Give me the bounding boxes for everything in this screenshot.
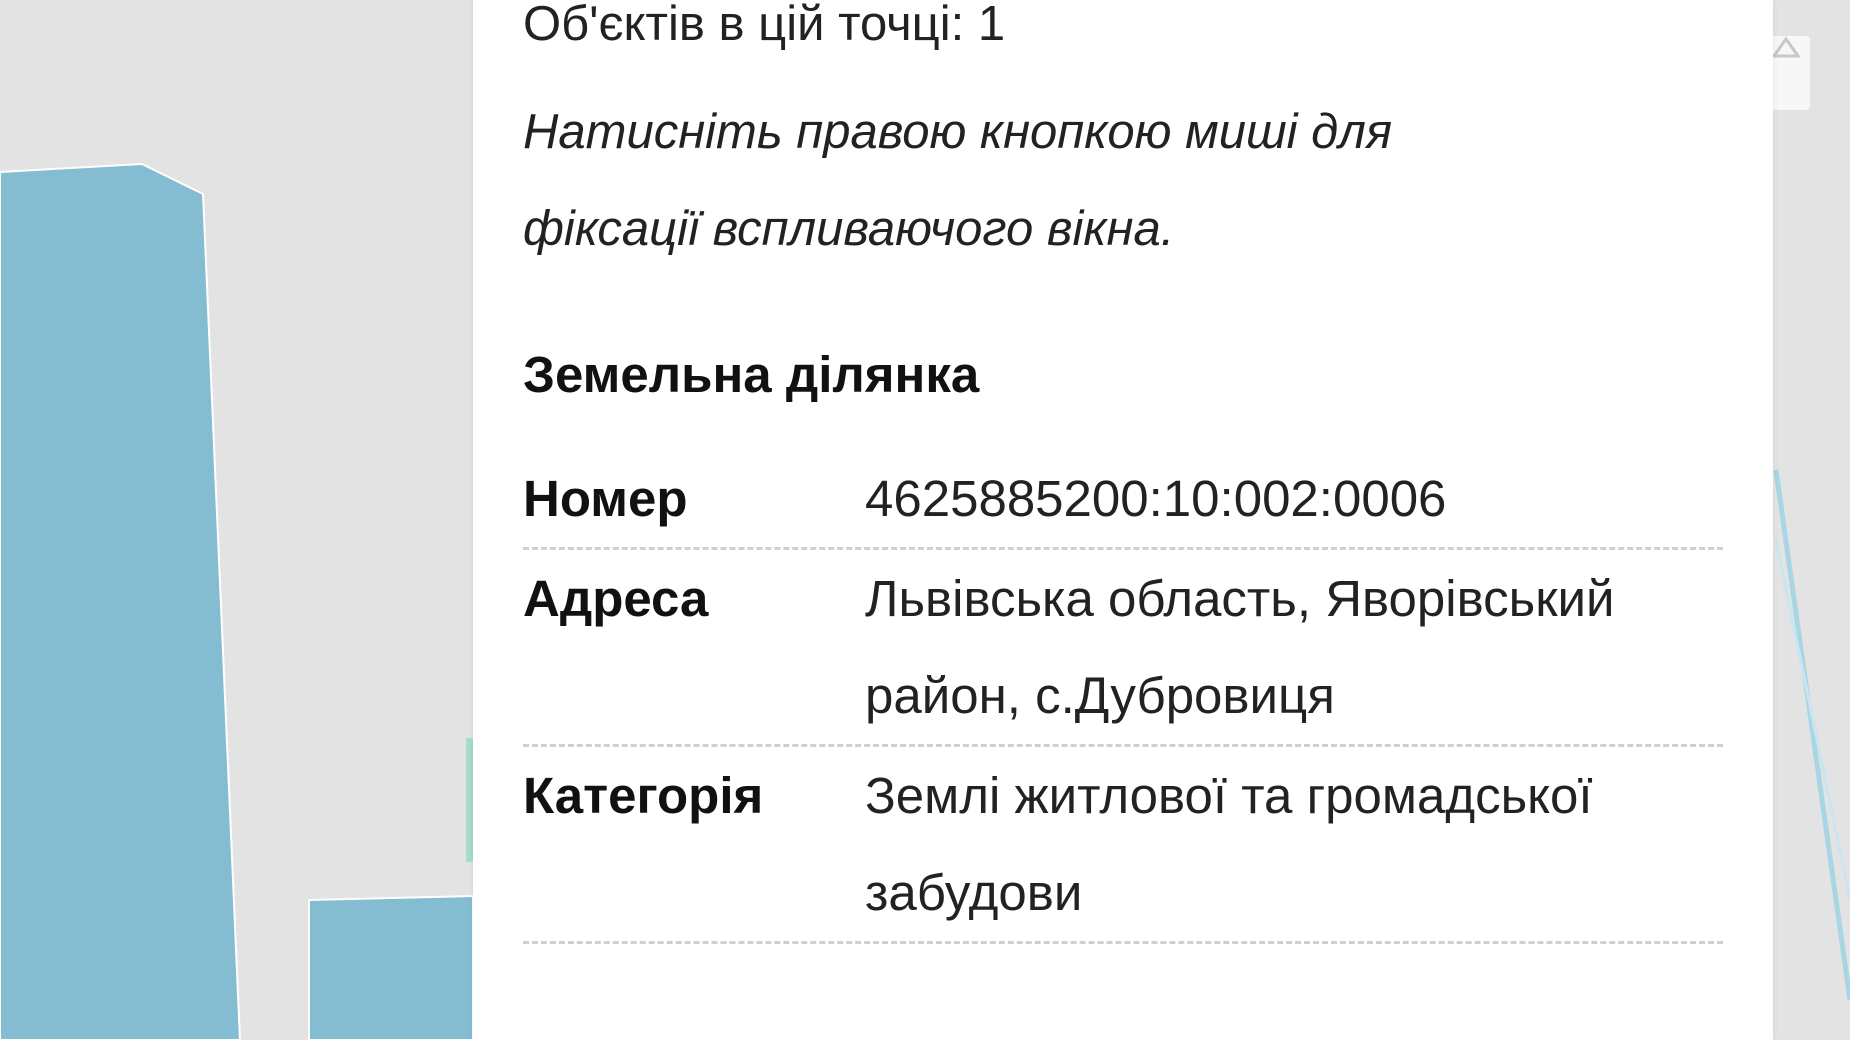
map-control-button[interactable] [1772,36,1810,110]
land-parcel-edge [466,738,473,862]
cadastral-number: 4625885200:10:002:0006 [865,470,1447,527]
address-value: Львівська область, Яворівський район, с.… [865,570,1615,724]
objects-count: Об'єктів в цій точці: 1 [523,0,1006,51]
attribute-row-number: Номер 4625885200:10:002:0006 [523,450,1723,550]
attribute-row-address: Адреса Львівська область, Яворівський ра… [523,550,1723,747]
category-value: Землі житлової та громадської забудови [865,767,1593,921]
info-popup[interactable]: Об'єктів в цій точці: 1 Натисніть правою… [473,0,1773,1040]
parcel-boundary-line [1774,539,1850,901]
attribute-key: Категорія [523,767,764,824]
parcel-boundary-line [1773,469,1850,1001]
attribute-row-category: Категорія Землі житлової та громадської … [523,747,1723,944]
land-parcel[interactable] [0,162,242,1040]
land-parcel[interactable] [308,894,474,1040]
attribute-table: Номер 4625885200:10:002:0006 Адреса Льві… [523,450,1723,944]
mountain-icon [1772,36,1800,58]
section-title: Земельна ділянка [523,346,980,403]
popup-hint: Натисніть правою кнопкою миші для фіксац… [523,105,1393,256]
attribute-key: Адреса [523,570,709,627]
attribute-key: Номер [523,470,688,527]
